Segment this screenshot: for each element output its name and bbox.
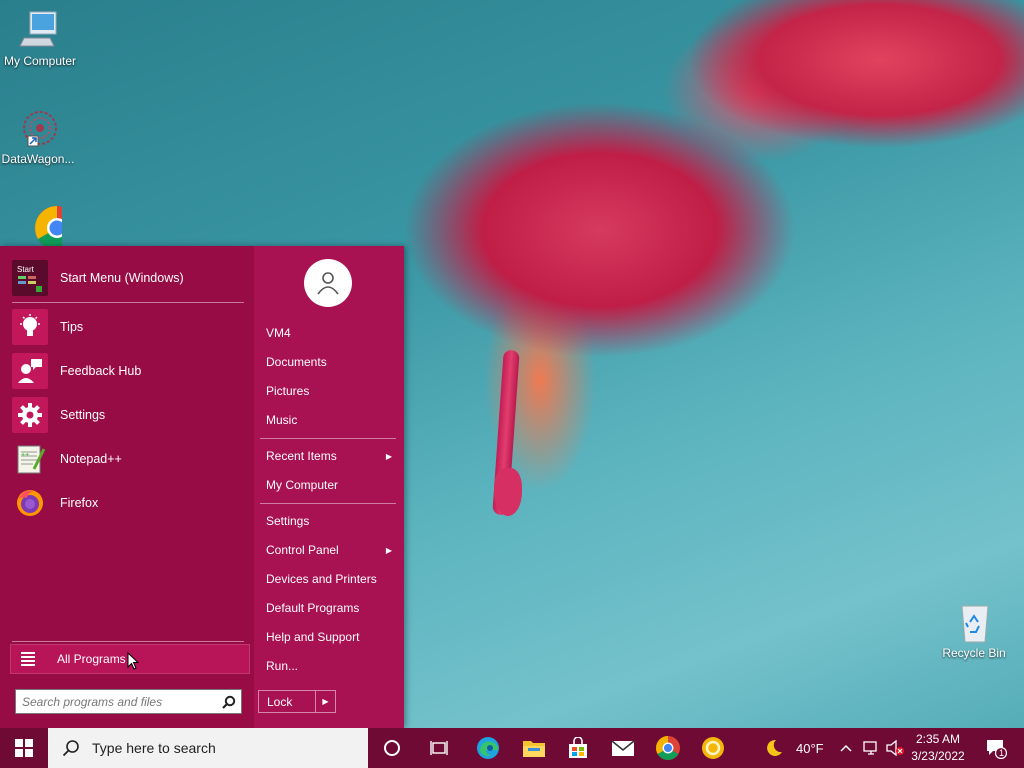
user-avatar[interactable] — [304, 259, 352, 307]
desktop-icon-my-computer[interactable]: My Computer — [0, 8, 80, 68]
places-item-help-and-support[interactable]: Help and Support — [260, 624, 396, 650]
places-item-control-panel[interactable]: Control Panel ▶ — [260, 537, 396, 563]
datawagon-icon — [16, 106, 60, 150]
gear-icon — [12, 397, 48, 433]
places-label: Devices and Printers — [266, 572, 377, 586]
desktop-icon-label: Recycle Bin — [942, 646, 1006, 660]
program-label: Feedback Hub — [60, 364, 142, 378]
volume-muted-icon[interactable] — [884, 728, 906, 768]
search-icon — [62, 740, 79, 757]
places-label: Control Panel — [266, 543, 339, 557]
start-button[interactable] — [0, 728, 48, 768]
chevron-right-icon: ▶ — [322, 697, 329, 706]
chevron-up-icon[interactable] — [836, 728, 856, 768]
weather-temperature[interactable]: 40°F — [796, 741, 824, 756]
submenu-arrow-icon: ▶ — [385, 451, 392, 461]
program-start-menu-windows[interactable]: Start Start Menu (Windows) — [12, 258, 248, 298]
chrome-icon — [18, 204, 79, 250]
taskbar-search-box[interactable]: Type here to search — [48, 728, 368, 768]
all-programs-label: All Programs — [57, 652, 126, 666]
firefox-icon — [12, 485, 48, 521]
programs-separator — [12, 302, 244, 303]
yellow-circle-app-icon[interactable] — [691, 728, 735, 768]
program-tips[interactable]: Tips — [12, 307, 248, 347]
places-item-default-programs[interactable]: Default Programs — [260, 595, 396, 621]
user-icon — [317, 272, 339, 295]
clock-date: 3/23/2022 — [911, 749, 965, 763]
places-label: VM4 — [266, 326, 291, 340]
places-separator — [260, 438, 396, 439]
list-icon — [21, 650, 35, 668]
places-item-my-computer[interactable]: My Computer — [260, 472, 396, 498]
places-label: Default Programs — [266, 601, 360, 615]
svg-text:Start: Start — [17, 265, 35, 274]
program-label: Notepad++ — [60, 452, 122, 466]
places-item-documents[interactable]: Documents — [260, 349, 396, 375]
places-label: Music — [266, 413, 298, 427]
places-item-run[interactable]: Run... — [260, 653, 396, 679]
desktop-icon-recycle-bin[interactable]: Recycle Bin — [934, 600, 1014, 660]
notepad-plus-plus-icon: ++ — [12, 441, 48, 477]
places-label: My Computer — [266, 478, 339, 492]
desktop-icon-chrome[interactable] — [0, 204, 80, 250]
edge-icon[interactable] — [466, 728, 510, 768]
store-icon[interactable] — [556, 728, 600, 768]
all-programs-separator — [12, 641, 244, 642]
notification-count-badge: 1 — [999, 748, 1005, 758]
places-separator — [260, 503, 396, 504]
lock-label: Lock — [267, 694, 293, 709]
places-item-settings[interactable]: Settings — [260, 508, 396, 534]
start-menu: Start Start Menu (Windows) Tips Feedback… — [0, 246, 404, 728]
program-label: Tips — [60, 320, 84, 334]
program-feedback-hub[interactable]: Feedback Hub — [12, 351, 248, 391]
feedback-hub-icon — [12, 353, 48, 389]
windows-logo-icon — [15, 739, 33, 757]
start-menu-app-icon: Start — [12, 260, 48, 296]
places-item-devices-and-printers[interactable]: Devices and Printers — [260, 566, 396, 592]
program-label: Settings — [60, 408, 106, 422]
places-label: Settings — [266, 514, 310, 528]
chrome-icon[interactable] — [646, 728, 690, 768]
places-item-pictures[interactable]: Pictures — [260, 378, 396, 404]
file-explorer-icon[interactable] — [512, 728, 556, 768]
program-firefox[interactable]: Firefox — [12, 483, 248, 523]
lightbulb-icon — [12, 309, 48, 345]
places-item-music[interactable]: Music — [260, 407, 396, 433]
program-label: Firefox — [60, 496, 99, 510]
cortana-icon[interactable] — [370, 728, 414, 768]
svg-text:++: ++ — [21, 452, 29, 459]
program-label: Start Menu (Windows) — [60, 271, 184, 285]
mail-icon[interactable] — [601, 728, 645, 768]
desktop-icon-label: My Computer — [3, 54, 77, 68]
places-item-recent-items[interactable]: Recent Items ▶ — [260, 443, 396, 469]
desktop-icon-label: DataWagon... — [1, 152, 75, 166]
places-item-user[interactable]: VM4 — [260, 320, 396, 346]
search-icon[interactable] — [217, 695, 241, 709]
program-notepad-plus-plus[interactable]: ++ Notepad++ — [12, 439, 248, 479]
start-search-input[interactable] — [22, 694, 217, 709]
places-label: Recent Items — [266, 449, 337, 463]
computer-icon — [18, 8, 62, 52]
clock-time: 2:35 AM — [915, 732, 961, 746]
taskbar-clock[interactable]: 2:35 AM 3/23/2022 — [906, 731, 970, 765]
start-search-box[interactable] — [15, 689, 242, 714]
program-settings[interactable]: Settings — [12, 395, 248, 435]
lock-button[interactable]: Lock — [258, 690, 316, 713]
places-label: Run... — [266, 659, 299, 673]
places-label: Help and Support — [266, 630, 360, 644]
notifications-button[interactable]: 1 — [978, 728, 1014, 768]
moon-icon[interactable] — [754, 728, 794, 768]
recycle-bin-icon — [952, 600, 996, 644]
taskbar: Type here to search 40°F 2:35 AM 3/23/20… — [0, 728, 1024, 768]
places-label: Documents — [266, 355, 327, 369]
wallpaper-flower-stem-tip — [494, 468, 522, 516]
submenu-arrow-icon: ▶ — [385, 545, 392, 555]
task-view-icon[interactable] — [417, 728, 461, 768]
mouse-cursor-icon — [127, 651, 140, 673]
taskbar-search-placeholder: Type here to search — [92, 740, 216, 756]
network-icon[interactable] — [860, 728, 882, 768]
places-label: Pictures — [266, 384, 310, 398]
shutdown-options-arrow[interactable]: ▶ — [316, 690, 336, 713]
desktop-icon-datawagon[interactable]: DataWagon... — [0, 106, 78, 166]
